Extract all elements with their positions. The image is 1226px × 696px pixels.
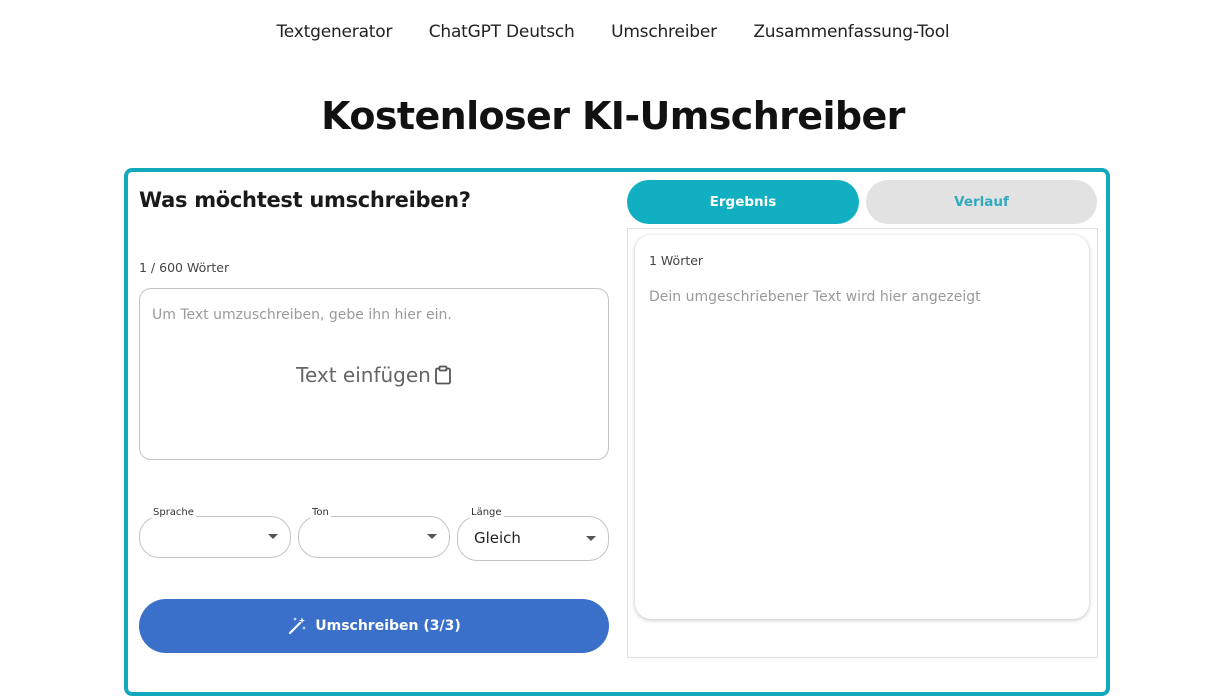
output-textarea[interactable]: 1 Wörter Dein umgeschriebener Text wird … [635,235,1089,619]
language-select-label: Sprache [151,507,196,518]
clipboard-icon [434,365,451,385]
chevron-down-icon [586,536,596,541]
input-textarea[interactable]: Um Text umzuschreiben, gebe ihn hier ein… [139,288,609,460]
length-select[interactable]: Gleich [457,516,609,561]
tab-ergebnis[interactable]: Ergebnis [627,180,859,224]
nav-link-umschreiber[interactable]: Umschreiber [611,22,717,42]
length-select-label: Länge [469,507,504,518]
rewriter-card: Was möchtest umschreiben? 1 / 600 Wörter… [124,168,1110,696]
chevron-down-icon [268,534,278,539]
input-placeholder: Um Text umzuschreiben, gebe ihn hier ein… [152,307,452,323]
nav-link-chatgpt-deutsch[interactable]: ChatGPT Deutsch [429,22,575,42]
input-heading: Was möchtest umschreiben? [139,188,471,212]
magic-wand-icon [289,617,307,635]
tone-select[interactable] [298,516,450,558]
output-placeholder: Dein umgeschriebener Text wird hier ange… [649,289,981,305]
nav-link-textgenerator[interactable]: Textgenerator [277,22,393,42]
output-word-count: 1 Wörter [649,253,704,268]
tone-select-label: Ton [310,507,331,518]
paste-text-label: Text einfügen [296,363,431,387]
top-navigation: Textgenerator ChatGPT Deutsch Umschreibe… [0,22,1226,42]
page-title: Kostenloser KI-Umschreiber [321,94,905,138]
input-word-count: 1 / 600 Wörter [139,260,230,275]
length-select-value: Gleich [474,529,521,547]
chevron-down-icon [427,534,437,539]
rewrite-button-label: Umschreiben (3/3) [315,618,461,634]
nav-link-zusammenfassung-tool[interactable]: Zusammenfassung-Tool [753,22,949,42]
tab-verlauf[interactable]: Verlauf [866,180,1097,224]
output-panel: 1 Wörter Dein umgeschriebener Text wird … [627,228,1098,658]
rewrite-button[interactable]: Umschreiben (3/3) [139,599,609,653]
paste-text-button[interactable]: Text einfügen [140,363,608,387]
language-select[interactable] [139,516,291,558]
